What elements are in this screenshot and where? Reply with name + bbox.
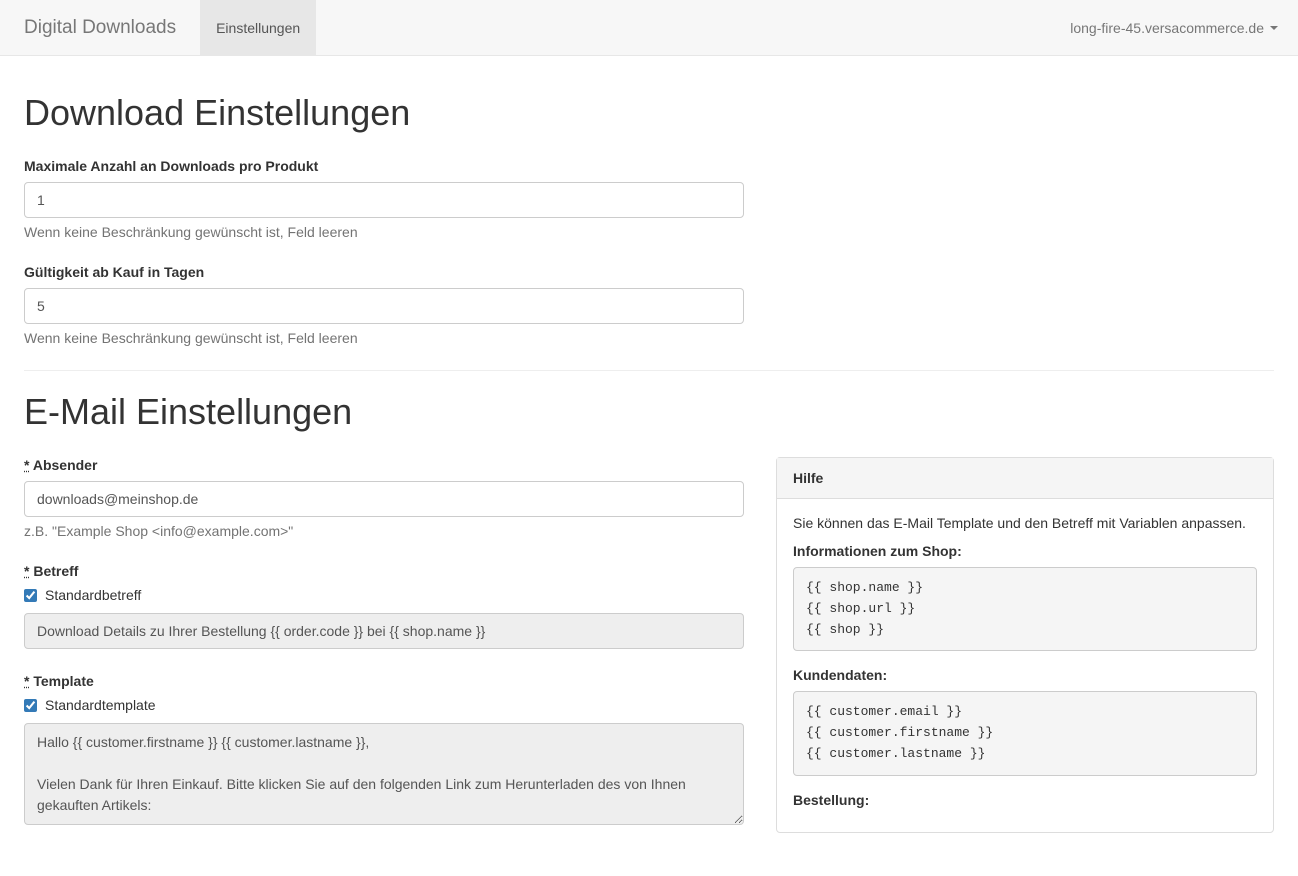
help-customer-label: Kundendaten:	[793, 667, 1257, 683]
help-panel-heading: Hilfe	[777, 458, 1273, 499]
default-template-checkbox[interactable]	[24, 699, 37, 712]
max-downloads-help: Wenn keine Beschränkung gewünscht ist, F…	[24, 224, 744, 240]
max-downloads-group: Maximale Anzahl an Downloads pro Produkt…	[24, 158, 744, 240]
help-intro: Sie können das E-Mail Template und den B…	[793, 515, 1257, 531]
chevron-down-icon	[1270, 26, 1278, 30]
validity-days-help: Wenn keine Beschränkung gewünscht ist, F…	[24, 330, 744, 346]
default-template-checkbox-label: Standardtemplate	[45, 697, 156, 713]
help-order-label: Bestellung:	[793, 792, 1257, 808]
section-divider	[24, 370, 1274, 371]
subject-group: * Betreff Standardbetreff	[24, 563, 744, 649]
template-group: * Template Standardtemplate	[24, 673, 744, 828]
shop-dropdown[interactable]: long-fire-45.versacommerce.de	[1070, 20, 1298, 36]
email-settings-heading: E-Mail Einstellungen	[24, 391, 1274, 433]
navbar-brand[interactable]: Digital Downloads	[0, 17, 200, 39]
max-downloads-input[interactable]	[24, 182, 744, 218]
template-label-text: Template	[33, 673, 93, 689]
help-shop-info-code: {{ shop.name }} {{ shop.url }} {{ shop }…	[793, 567, 1257, 651]
sender-help: z.B. "Example Shop <info@example.com>"	[24, 523, 744, 539]
sender-group: * Absender z.B. "Example Shop <info@exam…	[24, 457, 744, 539]
tab-einstellungen[interactable]: Einstellungen	[200, 0, 316, 56]
subject-input	[24, 613, 744, 649]
subject-label-text: Betreff	[33, 563, 78, 579]
sender-label-text: Absender	[33, 457, 98, 473]
subject-label: * Betreff	[24, 563, 744, 579]
required-mark: *	[24, 673, 29, 689]
shop-domain-label: long-fire-45.versacommerce.de	[1070, 20, 1264, 36]
sender-input[interactable]	[24, 481, 744, 517]
template-textarea	[24, 723, 744, 825]
help-panel: Hilfe Sie können das E-Mail Template und…	[776, 457, 1274, 833]
validity-days-label: Gültigkeit ab Kauf in Tagen	[24, 264, 744, 280]
default-subject-checkbox[interactable]	[24, 589, 37, 602]
template-label: * Template	[24, 673, 744, 689]
validity-days-input[interactable]	[24, 288, 744, 324]
help-customer-code: {{ customer.email }} {{ customer.firstna…	[793, 691, 1257, 775]
required-mark: *	[24, 457, 29, 473]
help-shop-info-label: Informationen zum Shop:	[793, 543, 1257, 559]
validity-days-group: Gültigkeit ab Kauf in Tagen Wenn keine B…	[24, 264, 744, 346]
max-downloads-label: Maximale Anzahl an Downloads pro Produkt	[24, 158, 744, 174]
navbar: Digital Downloads Einstellungen long-fir…	[0, 0, 1298, 56]
default-subject-checkbox-label: Standardbetreff	[45, 587, 141, 603]
sender-label: * Absender	[24, 457, 744, 473]
download-settings-heading: Download Einstellungen	[24, 92, 1274, 134]
required-mark: *	[24, 563, 29, 579]
